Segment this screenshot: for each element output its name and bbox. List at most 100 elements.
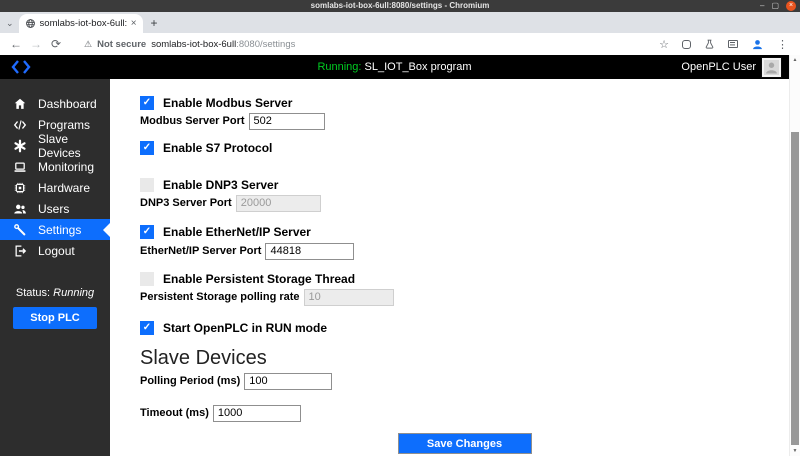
sidebar-item-label: Settings: [38, 223, 81, 237]
program-name: SL_IOT_Box program: [361, 61, 471, 73]
save-row: Save Changes: [140, 433, 789, 454]
sidebar-item-label: Dashboard: [38, 97, 97, 111]
polling-period-label: Polling Period (ms): [140, 375, 240, 387]
bookmark-star-icon[interactable]: ☆: [659, 38, 669, 51]
enip-checkbox[interactable]: ✓: [140, 225, 154, 239]
url-text: somlabs-iot-box-6ull:8080/settings: [151, 39, 295, 50]
not-secure-warning-icon: ⚠: [84, 39, 92, 50]
toolbar-actions: ☆ ⋮: [659, 38, 792, 51]
sidebar-item-label: Hardware: [38, 181, 90, 195]
security-chip[interactable]: Not secure: [97, 39, 146, 50]
maximize-icon[interactable]: ▢: [771, 1, 779, 11]
storage-checkbox-row: Enable Persistent Storage Thread: [140, 271, 789, 286]
user-name: OpenPLC User: [681, 61, 756, 73]
forward-icon[interactable]: →: [28, 37, 44, 51]
runmode-checkbox-label: Start OpenPLC in RUN mode: [163, 321, 327, 335]
address-bar[interactable]: ⚠ Not secure somlabs-iot-box-6ull:8080/s…: [76, 36, 647, 52]
code-icon: [13, 118, 27, 132]
asterisk-icon: [13, 139, 27, 153]
stop-plc-button[interactable]: Stop PLC: [13, 307, 97, 329]
sidebar-item-label: Monitoring: [38, 160, 94, 174]
side-panel-icon[interactable]: [728, 40, 738, 48]
new-tab-button[interactable]: +: [143, 16, 166, 33]
home-icon: [13, 97, 27, 111]
slave-devices-heading: Slave Devices: [140, 347, 789, 369]
tab-title: somlabs-iot-box-6ull:808: [40, 18, 127, 29]
sidebar-item-logout[interactable]: Logout: [0, 240, 110, 261]
plc-status: Status: Running: [0, 287, 110, 299]
dnp3-port-label: DNP3 Server Port: [140, 197, 232, 209]
tab-strip: ⌄ somlabs-iot-box-6ull:808 × +: [0, 12, 800, 33]
sidebar-item-label: Programs: [38, 118, 90, 132]
profile-icon[interactable]: [751, 38, 764, 51]
scroll-down-icon[interactable]: ▼: [790, 448, 800, 454]
sidebar: Dashboard Programs Slave Devices Monitor…: [0, 79, 110, 456]
timeout-input[interactable]: [213, 405, 301, 422]
sidebar-item-label: Users: [38, 202, 69, 216]
openplc-header: Running: SL_IOT_Box program OpenPLC User: [0, 55, 789, 79]
url-path: :8080/settings: [236, 39, 295, 50]
dnp3-checkbox-label: Enable DNP3 Server: [163, 178, 278, 192]
storage-rate-input: [304, 289, 394, 306]
storage-rate-label: Persistent Storage polling rate: [140, 291, 300, 303]
s7-checkbox[interactable]: ✓: [140, 141, 154, 155]
s7-checkbox-row: ✓ Enable S7 Protocol: [140, 140, 789, 155]
enip-checkbox-row: ✓ Enable EtherNet/IP Server: [140, 224, 789, 239]
check-icon: ✓: [143, 96, 151, 110]
avatar[interactable]: [762, 58, 781, 77]
modbus-port-label: Modbus Server Port: [140, 115, 245, 127]
window-titlebar: somlabs-iot-box-6ull:8080/settings - Chr…: [0, 0, 800, 12]
user-menu[interactable]: OpenPLC User: [681, 58, 781, 77]
page-scrollbar[interactable]: ▲ ▼: [789, 55, 800, 456]
save-changes-button[interactable]: Save Changes: [398, 433, 532, 454]
runmode-checkbox[interactable]: ✓: [140, 321, 154, 335]
monitor-icon: [13, 160, 27, 174]
dnp3-checkbox-row: Enable DNP3 Server: [140, 177, 789, 192]
close-icon[interactable]: ×: [786, 1, 796, 11]
sidebar-item-hardware[interactable]: Hardware: [0, 177, 110, 198]
window-controls: – ▢ ×: [760, 0, 796, 12]
sidebar-item-settings[interactable]: Settings: [0, 219, 110, 240]
dnp3-checkbox[interactable]: [140, 178, 154, 192]
modbus-port-input[interactable]: [249, 113, 325, 130]
sidebar-item-slave-devices[interactable]: Slave Devices: [0, 135, 110, 156]
menu-kebab-icon[interactable]: ⋮: [777, 38, 788, 51]
scroll-up-icon[interactable]: ▲: [790, 57, 800, 63]
users-icon: [13, 202, 27, 216]
tab-search-chevron-icon[interactable]: ⌄: [4, 18, 19, 33]
enip-checkbox-label: Enable EtherNet/IP Server: [163, 225, 311, 239]
beaker-icon[interactable]: [704, 38, 715, 50]
polling-period-input[interactable]: [244, 373, 332, 390]
status-prefix: Status:: [16, 287, 53, 299]
status-value: Running: [53, 287, 94, 299]
storage-checkbox[interactable]: [140, 272, 154, 286]
scrollbar-thumb[interactable]: [791, 132, 799, 445]
dnp3-port-row: DNP3 Server Port: [140, 194, 789, 212]
tab-close-icon[interactable]: ×: [131, 18, 137, 29]
enip-port-label: EtherNet/IP Server Port: [140, 245, 261, 257]
minimize-icon[interactable]: –: [760, 1, 764, 11]
wrench-icon: [13, 223, 27, 237]
modbus-checkbox[interactable]: ✓: [140, 96, 154, 110]
running-label: Running:: [317, 61, 361, 73]
back-icon[interactable]: ←: [8, 37, 24, 51]
browser-tab[interactable]: somlabs-iot-box-6ull:808 ×: [19, 14, 143, 33]
sidebar-item-monitoring[interactable]: Monitoring: [0, 156, 110, 177]
extensions-icon[interactable]: [682, 40, 691, 49]
settings-page: ✓ Enable Modbus Server Modbus Server Por…: [110, 79, 789, 456]
dnp3-port-input: [236, 195, 321, 212]
sidebar-item-dashboard[interactable]: Dashboard: [0, 93, 110, 114]
globe-favicon-icon: [25, 18, 36, 29]
enip-port-input[interactable]: [265, 243, 354, 260]
check-icon: ✓: [143, 141, 151, 155]
reload-icon[interactable]: ⟳: [48, 37, 64, 51]
enip-port-row: EtherNet/IP Server Port: [140, 242, 789, 260]
modbus-port-row: Modbus Server Port: [140, 112, 789, 130]
sidebar-item-users[interactable]: Users: [0, 198, 110, 219]
url-host: somlabs-iot-box-6ull: [151, 39, 236, 50]
window-title: somlabs-iot-box-6ull:8080/settings - Chr…: [0, 0, 800, 12]
timeout-row: Timeout (ms): [140, 404, 789, 422]
storage-rate-row: Persistent Storage polling rate: [140, 288, 789, 306]
modbus-checkbox-row: ✓ Enable Modbus Server: [140, 95, 789, 110]
modbus-checkbox-label: Enable Modbus Server: [163, 96, 292, 110]
